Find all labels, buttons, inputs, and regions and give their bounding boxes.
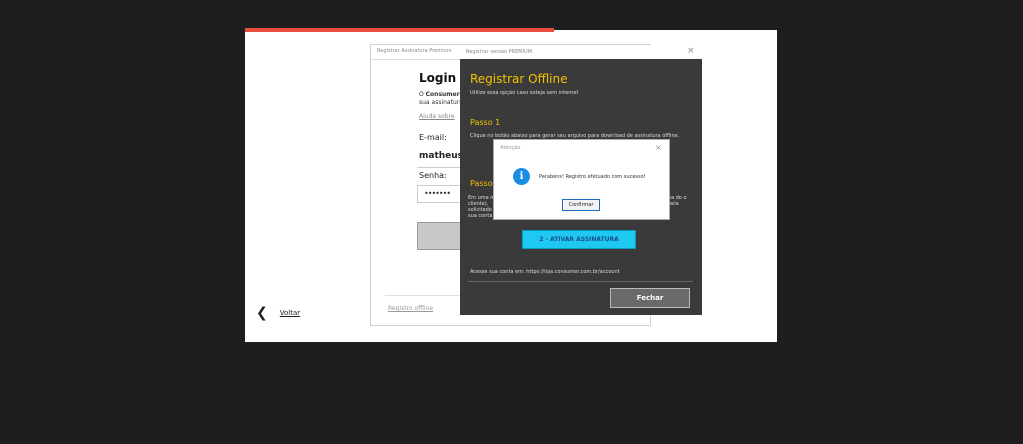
chevron-left-icon: ❮ [256, 305, 268, 321]
close-icon[interactable]: × [687, 46, 695, 56]
back-button[interactable]: ❮ Voltar [256, 306, 300, 320]
close-icon[interactable]: × [655, 143, 662, 152]
login-window-title: Registrar Assinatura Premium [377, 48, 452, 54]
offline-window-title: Registrar versão PREMIUM [466, 49, 533, 55]
offline-titlebar: Registrar versão PREMIUM × [460, 45, 702, 59]
login-description-line2: sua assinatura [419, 99, 463, 106]
login-description: O Consumer [419, 91, 460, 98]
divider [385, 295, 465, 296]
alert-dialog: Atenção × i Parabéns! Registro efetuado … [493, 139, 670, 220]
help-link[interactable]: Ajuda sobre [419, 113, 455, 120]
step1-title: Passo 1 [470, 118, 501, 127]
desc-bold: Consumer [425, 91, 460, 98]
divider [468, 281, 693, 282]
step2-title: Passo [470, 179, 493, 188]
offline-subtitle: Utilize essa opção caso esteja sem inter… [470, 90, 579, 96]
desc-prefix: O [419, 91, 426, 98]
info-icon: i [513, 168, 530, 185]
email-label: E-mail: [419, 133, 447, 142]
close-button[interactable]: Fechar [610, 288, 690, 308]
activate-subscription-button[interactable]: 2 - ATIVAR ASSINATURA [522, 230, 636, 249]
alert-title: Atenção [500, 145, 521, 151]
password-label: Senha: [419, 171, 447, 180]
step2-text-right: ea do o pela [668, 195, 687, 207]
alert-message: Parabéns! Registro efetuado com sucesso! [539, 174, 646, 180]
progress-bar [245, 28, 554, 32]
account-url-text: Acesse sua conta em: https://loja.consum… [470, 269, 620, 275]
offline-register-link[interactable]: Registro offline [388, 305, 433, 312]
close-icon[interactable]: ✕ [756, 34, 773, 54]
back-link[interactable]: Voltar [280, 309, 300, 317]
password-value: ••••••• [424, 189, 451, 198]
confirm-button[interactable]: Confirmar [562, 199, 600, 211]
offline-heading: Registrar Offline [470, 72, 568, 86]
